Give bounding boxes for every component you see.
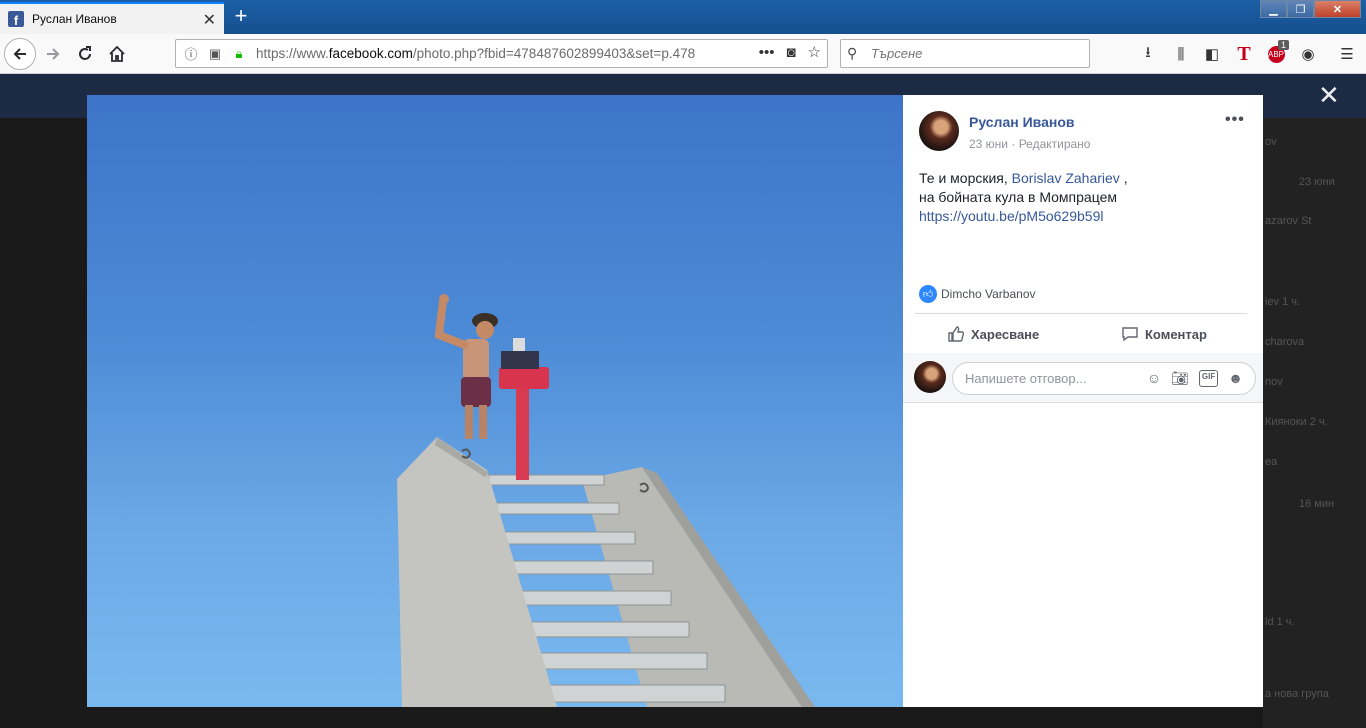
emoji-icon[interactable]: ☺ — [1147, 370, 1161, 387]
url-domain: facebook.com — [328, 46, 413, 61]
author-name[interactable]: Руслан Иванов — [969, 114, 1074, 130]
translate-addon-icon[interactable]: T — [1233, 43, 1255, 65]
download-icon[interactable]: ⭳ — [1137, 43, 1159, 65]
browser-tab[interactable]: f Руслан Иванов ✕ — [0, 2, 224, 34]
sidebar-item: charova — [1265, 336, 1305, 348]
post-text-line2: на бойната кула в Момпрацем — [919, 189, 1117, 205]
post-text-punct: , — [1119, 170, 1128, 186]
chat-sidebar-dimmed: ov 23 юни azarov St iev 1 ч. charova nov… — [1263, 118, 1366, 728]
comment-input[interactable]: Напишете отговор... ☺ 📷︎ GIF ☻ — [952, 362, 1256, 395]
permissions-icon[interactable]: ▣ — [206, 45, 224, 63]
bookmark-star-icon[interactable]: ☆ — [808, 43, 821, 61]
edited-label[interactable]: Редактирано — [1019, 137, 1091, 151]
pocket-icon[interactable]: ◙ — [786, 44, 795, 61]
maximize-window-button[interactable]: ❐ — [1287, 0, 1314, 18]
tab-title: Руслан Иванов — [32, 12, 117, 26]
arrow-left-icon — [13, 48, 26, 60]
url-actions: ••• ◙ ☆ — [759, 43, 821, 62]
comment-tools: ☺ 📷︎ GIF ☻ — [1147, 370, 1243, 387]
reactions-summary[interactable]: 👍︎ Dimcho Varbanov — [919, 285, 1036, 303]
post-text: Те и морския, Borislav Zahariev , на бой… — [919, 169, 1239, 226]
sidebar-item: 16 мин — [1299, 498, 1335, 510]
comment-label: Коментар — [1145, 326, 1207, 342]
comment-composer: Напишете отговор... ☺ 📷︎ GIF ☻ — [903, 353, 1263, 403]
author-avatar[interactable] — [919, 111, 959, 151]
back-button[interactable] — [4, 38, 36, 70]
sidebar-icon[interactable]: ◧ — [1201, 43, 1223, 65]
adblock-count-badge: 1 — [1278, 40, 1290, 50]
sidebar-item: nov — [1265, 376, 1283, 388]
reload-button[interactable] — [70, 39, 100, 69]
liked-by-name[interactable]: Dimcho Varbanov — [941, 287, 1036, 301]
like-label: Харесване — [971, 326, 1040, 342]
library-icon[interactable]: ⫼ — [1170, 43, 1192, 65]
photo-illustration — [397, 294, 815, 707]
comment-placeholder: Напишете отговор... — [965, 371, 1087, 386]
close-window-button[interactable]: ✕ — [1314, 0, 1361, 18]
arrow-right-icon — [47, 48, 60, 60]
sidebar-item: azarov St — [1265, 215, 1312, 227]
youtube-link[interactable]: https://youtu.be/pM5o629b59l — [919, 208, 1103, 224]
post-meta: 23 юни · Редактирано — [969, 137, 1090, 151]
info-icon[interactable]: ⓘ — [182, 45, 200, 63]
sidebar-item: Кияноки 2 ч. — [1265, 416, 1328, 428]
forward-button[interactable] — [38, 39, 68, 69]
account-icon[interactable]: ◉ — [1297, 43, 1319, 65]
close-photo-viewer-icon[interactable]: ✕ — [1318, 82, 1340, 108]
url-path: /photo.php?fbid=478487602899403&set=p.47… — [412, 46, 696, 61]
browser-toolbar: ⓘ ▣ 🔒︎ https://www.facebook.com/photo.ph… — [0, 34, 1366, 74]
home-icon — [109, 45, 125, 62]
thumbs-up-icon — [948, 326, 965, 342]
like-reaction-icon: 👍︎ — [919, 285, 937, 303]
more-options-icon[interactable]: ••• — [1225, 111, 1245, 129]
lock-icon[interactable]: 🔒︎ — [230, 45, 248, 63]
post-text-line1: Те и морския, — [919, 170, 1012, 186]
post-details-panel: Руслан Иванов 23 юни · Редактирано ••• Т… — [903, 95, 1263, 707]
address-bar[interactable]: ⓘ ▣ 🔒︎ https://www.facebook.com/photo.ph… — [175, 39, 828, 68]
post-date[interactable]: 23 юни — [969, 137, 1008, 151]
home-button[interactable] — [102, 39, 132, 69]
window-titlebar: f Руслан Иванов ✕ + ▁ ❐ ✕ — [0, 0, 1366, 34]
like-button[interactable]: Харесване — [947, 321, 1039, 347]
search-input[interactable] — [871, 46, 1071, 61]
reload-icon — [79, 46, 91, 60]
sidebar-item: ea — [1265, 456, 1278, 468]
search-bar[interactable]: ⚲ — [840, 39, 1090, 68]
minimize-window-button[interactable]: ▁ — [1260, 0, 1287, 18]
sidebar-item: ov — [1265, 136, 1277, 148]
sidebar-item: а нова група — [1265, 688, 1329, 700]
new-tab-button[interactable]: + — [230, 3, 252, 29]
sidebar-item: iev 1 ч. — [1265, 296, 1301, 308]
sidebar-item: 23 юни — [1299, 176, 1335, 188]
divider — [915, 313, 1247, 314]
search-engine-icon[interactable]: ⚲ — [847, 45, 865, 62]
menu-icon[interactable]: ☰ — [1336, 43, 1358, 65]
page-actions-icon[interactable]: ••• — [759, 44, 775, 61]
sidebar-item: ld 1 ч. — [1265, 616, 1295, 628]
gif-icon[interactable]: GIF — [1198, 370, 1219, 387]
url-text[interactable]: https://www.facebook.com/photo.php?fbid=… — [256, 46, 726, 61]
post-photo[interactable] — [87, 95, 903, 707]
comment-bubble-icon — [1122, 327, 1138, 342]
comment-button[interactable]: Коментар — [1121, 321, 1207, 347]
meta-separator: · — [1008, 137, 1019, 151]
sticker-icon[interactable]: ☻ — [1228, 370, 1243, 387]
url-prefix: https://www. — [256, 46, 329, 61]
tagged-person-link[interactable]: Borislav Zahariev — [1012, 170, 1120, 186]
viewer-avatar — [914, 361, 946, 393]
close-tab-icon[interactable]: ✕ — [203, 10, 216, 30]
facebook-favicon-icon: f — [8, 11, 24, 27]
camera-icon[interactable]: 📷︎ — [1171, 370, 1189, 387]
